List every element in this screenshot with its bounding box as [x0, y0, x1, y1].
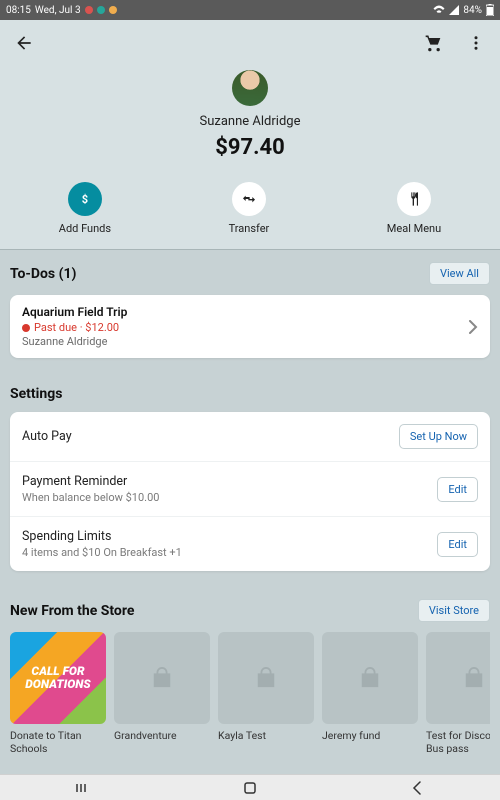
store-item-donate[interactable]: CALL FOR DONATIONS Donate to Titan Schoo…: [10, 632, 106, 754]
settings-section: Settings Auto Pay Set Up Now Payment Rem…: [0, 374, 500, 587]
store-tile: [322, 632, 418, 724]
wifi-icon: [433, 5, 445, 15]
avatar: [232, 70, 268, 106]
battery-text: 84%: [463, 5, 482, 16]
setting-desc: When balance below $10.00: [22, 491, 159, 504]
store-tile: [114, 632, 210, 724]
store-tile: [426, 632, 490, 724]
store-tile: CALL FOR DONATIONS: [10, 632, 106, 724]
setting-desc: 4 items and $10 On Breakfast +1: [22, 546, 182, 559]
notification-dot-icon: [85, 6, 93, 14]
store-item[interactable]: Kayla Test: [218, 632, 314, 754]
todo-title: Aquarium Field Trip: [22, 305, 127, 319]
store-item-label: Jeremy fund: [322, 730, 418, 754]
android-status-bar: 08:15 Wed, Jul 3 84%: [0, 0, 500, 20]
transfer-button[interactable]: Transfer: [229, 182, 270, 235]
store-item[interactable]: Test for Discount Bus pass: [426, 632, 490, 754]
student-name: Suzanne Aldridge: [200, 114, 301, 129]
settings-card: Auto Pay Set Up Now Payment Reminder Whe…: [10, 412, 490, 571]
settings-header: Settings: [10, 386, 62, 402]
todos-header: To-Dos (1): [10, 266, 76, 282]
meal-menu-label: Meal Menu: [387, 222, 441, 235]
add-funds-label: Add Funds: [59, 222, 111, 235]
todo-person: Suzanne Aldridge: [22, 335, 127, 348]
store-item-label: Test for Discount Bus pass: [426, 730, 490, 754]
todo-item[interactable]: Aquarium Field Trip Past due · $12.00 Su…: [10, 295, 490, 358]
bag-icon: [255, 667, 277, 689]
quick-actions: $ Add Funds Transfer Meal Menu: [0, 172, 500, 250]
home-button[interactable]: [241, 779, 259, 797]
todos-section: To-Dos (1) View All Aquarium Field Trip …: [0, 250, 500, 374]
chevron-right-icon: [468, 320, 478, 334]
signal-icon: [449, 5, 459, 15]
setting-payment-reminder: Payment Reminder When balance below $10.…: [10, 461, 490, 516]
recent-apps-button[interactable]: [74, 779, 92, 797]
store-header: New From the Store: [10, 603, 134, 619]
store-section: New From the Store Visit Store CALL FOR …: [0, 587, 500, 788]
more-button[interactable]: [464, 31, 488, 55]
android-nav-bar: [0, 774, 500, 800]
bag-icon: [359, 667, 381, 689]
visit-store-button[interactable]: Visit Store: [418, 599, 490, 622]
view-all-button[interactable]: View All: [429, 262, 490, 285]
add-funds-button[interactable]: $ Add Funds: [59, 182, 111, 235]
setting-auto-pay: Auto Pay Set Up Now: [10, 412, 490, 461]
back-button[interactable]: [12, 31, 36, 55]
status-date: Wed, Jul 3: [35, 5, 81, 16]
edit-button[interactable]: Edit: [437, 532, 478, 557]
setting-title: Payment Reminder: [22, 474, 159, 489]
notification-dot-icon: [109, 6, 117, 14]
status-time: 08:15: [6, 5, 31, 16]
setting-title: Auto Pay: [22, 429, 72, 444]
store-item[interactable]: Jeremy fund: [322, 632, 418, 754]
notification-dot-icon: [97, 6, 105, 14]
transfer-label: Transfer: [229, 222, 270, 235]
store-items-row: CALL FOR DONATIONS Donate to Titan Schoo…: [10, 632, 490, 754]
store-tile: [218, 632, 314, 724]
transfer-icon: [241, 191, 257, 207]
store-item-label: Donate to Titan Schools: [10, 730, 106, 754]
student-profile: Suzanne Aldridge $97.40: [0, 66, 500, 172]
bag-icon: [463, 667, 485, 689]
nav-back-button[interactable]: [408, 779, 426, 797]
setting-title: Spending Limits: [22, 529, 182, 544]
edit-button[interactable]: Edit: [437, 477, 478, 502]
store-item-label: Kayla Test: [218, 730, 314, 754]
battery-icon: [486, 4, 494, 16]
dollar-icon: $: [82, 193, 88, 206]
store-item[interactable]: Grandventure: [114, 632, 210, 754]
app-bar: [0, 20, 500, 66]
todo-status: Past due · $12.00: [34, 321, 119, 334]
cart-button[interactable]: [422, 31, 446, 55]
bag-icon: [151, 667, 173, 689]
store-item-label: Grandventure: [114, 730, 210, 754]
set-up-now-button[interactable]: Set Up Now: [399, 424, 478, 449]
alert-dot-icon: [22, 324, 30, 332]
meal-icon: [406, 191, 422, 207]
setting-spending-limits: Spending Limits 4 items and $10 On Break…: [10, 516, 490, 571]
meal-menu-button[interactable]: Meal Menu: [387, 182, 441, 235]
account-balance: $97.40: [215, 135, 285, 160]
